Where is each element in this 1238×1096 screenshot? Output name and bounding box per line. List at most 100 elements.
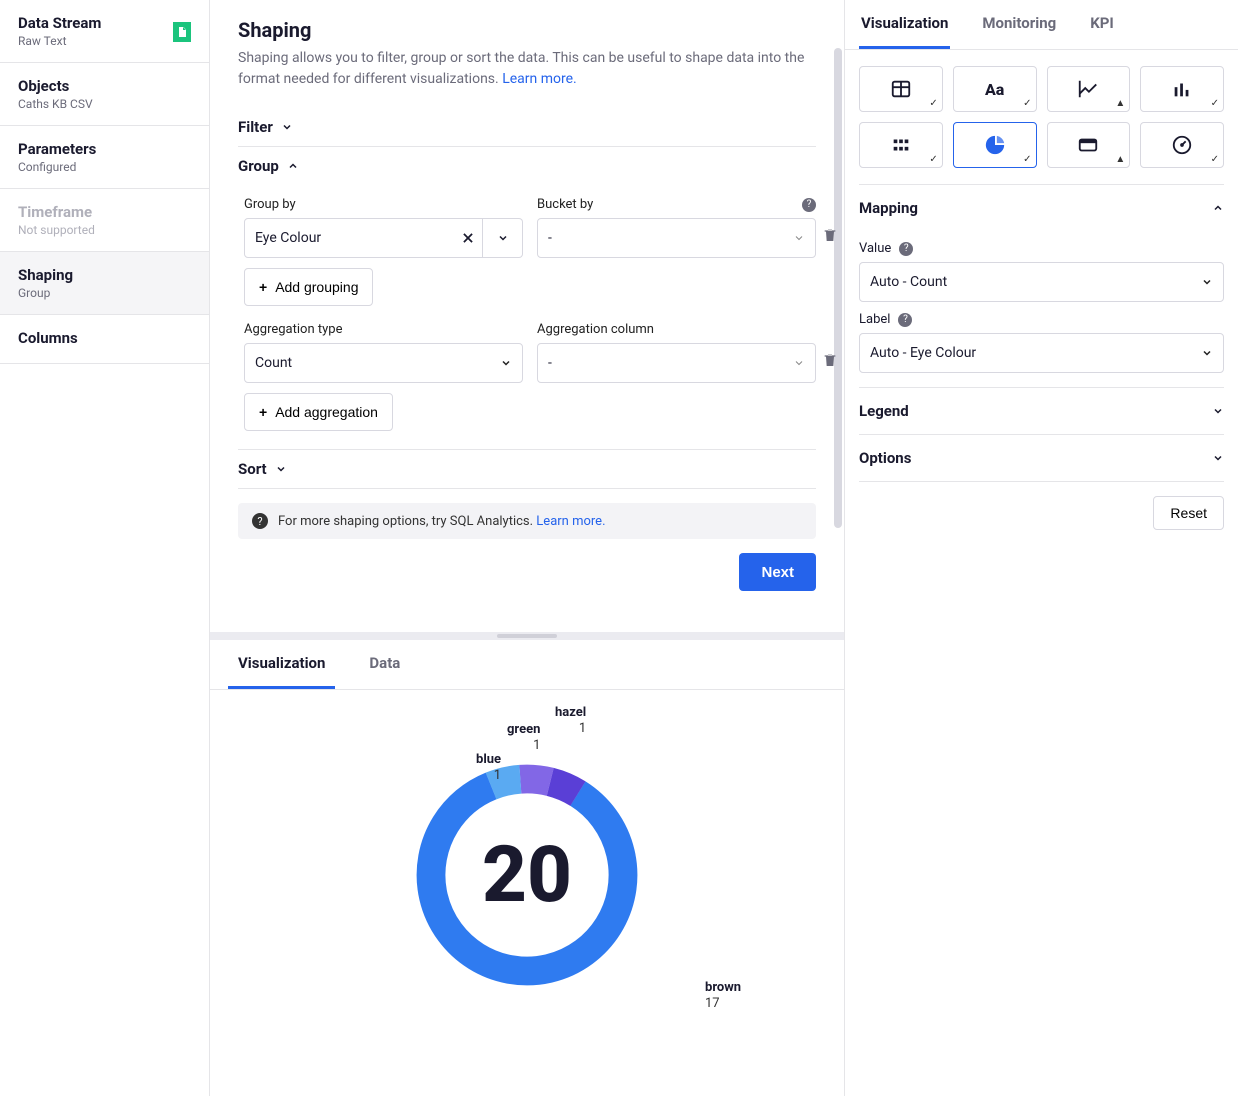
sidebar-item-sub: Caths KB CSV (18, 97, 191, 111)
reset-button[interactable]: Reset (1153, 496, 1224, 530)
viz-tile-blocks[interactable]: ✓ (859, 122, 943, 168)
viz-tile-donut[interactable]: ✓ (953, 122, 1037, 168)
options-header[interactable]: Options (859, 435, 1224, 482)
viz-type-grid: ✓ Aa✓ ▲ ✓ ✓ ✓ ▲ ✓ (859, 50, 1224, 185)
preview-tabs: Visualization Data (210, 640, 844, 690)
sidebar-item-objects[interactable]: Objects Caths KB CSV (0, 63, 209, 126)
text-icon: Aa (985, 80, 1004, 99)
legend-header[interactable]: Legend (859, 388, 1224, 435)
chevron-down-icon (500, 357, 512, 369)
sort-section-header[interactable]: Sort (238, 450, 816, 489)
mapping-body: Value? Auto - Count Label? Auto - Eye Co… (859, 241, 1224, 388)
trash-icon[interactable] (822, 352, 838, 368)
tab-visualization[interactable]: Visualization (228, 640, 335, 689)
chevron-down-icon (793, 357, 805, 369)
card-icon (1077, 134, 1099, 156)
viz-tile-gauge[interactable]: ✓ (1140, 122, 1224, 168)
sql-learn-more-link[interactable]: Learn more. (536, 514, 605, 529)
bar-chart-icon (1171, 78, 1193, 100)
chevron-up-icon (1212, 202, 1224, 214)
gauge-icon (1171, 134, 1193, 156)
learn-more-link[interactable]: Learn more. (502, 71, 577, 87)
tab-data[interactable]: Data (359, 640, 410, 689)
help-icon[interactable]: ? (898, 313, 912, 327)
pie-chart-icon (984, 134, 1006, 156)
add-grouping-button[interactable]: +Add grouping (244, 268, 373, 306)
sidebar-item-data-stream[interactable]: Data Stream Raw Text (0, 0, 209, 63)
sidebar-item-timeframe: Timeframe Not supported (0, 189, 209, 252)
sidebar-item-sub: Configured (18, 160, 191, 174)
value-field-label: Value? (859, 241, 1224, 256)
slice-label-brown: brown17 (705, 980, 741, 1011)
tab-visualization-right[interactable]: Visualization (859, 0, 950, 49)
chevron-down-icon (1212, 405, 1224, 417)
tab-monitoring[interactable]: Monitoring (980, 0, 1058, 49)
next-button[interactable]: Next (739, 553, 816, 591)
preview-panel: Visualization Data 20 brown17 hazel1 gr (210, 632, 844, 1096)
help-icon[interactable]: ? (802, 198, 816, 212)
filter-label: Filter (238, 118, 273, 136)
sidebar-item-title: Parameters (18, 140, 191, 158)
chevron-down-icon (281, 121, 293, 133)
left-sidebar: Data Stream Raw Text Objects Caths KB CS… (0, 0, 210, 1096)
chevron-down-icon (497, 232, 509, 244)
resize-handle[interactable] (497, 634, 557, 638)
filter-section-header[interactable]: Filter (238, 108, 816, 147)
chevron-down-icon (275, 463, 287, 475)
sidebar-item-title: Data Stream (18, 14, 191, 32)
sidebar-item-parameters[interactable]: Parameters Configured (0, 126, 209, 189)
viz-tile-bar[interactable]: ✓ (1140, 66, 1224, 112)
sidebar-item-title: Columns (18, 329, 191, 347)
chevron-down-icon (1201, 276, 1213, 288)
table-icon (890, 78, 912, 100)
sidebar-item-columns[interactable]: Columns (0, 315, 209, 364)
sidebar-item-sub: Raw Text (18, 34, 191, 48)
group-by-select[interactable]: Eye Colour (244, 218, 483, 258)
page-description: Shaping allows you to filter, group or s… (238, 48, 816, 90)
chevron-up-icon (287, 160, 299, 172)
info-callout: ? For more shaping options, try SQL Anal… (238, 503, 816, 539)
chart: 20 brown17 hazel1 green1 blue1 (210, 690, 844, 1060)
viz-tile-scalar[interactable]: ▲ (1047, 122, 1131, 168)
value-select[interactable]: Auto - Count (859, 262, 1224, 302)
group-by-value: Eye Colour (255, 230, 472, 246)
mapping-header[interactable]: Mapping (859, 185, 1224, 231)
aggregation-column-select[interactable]: - (537, 343, 816, 383)
sidebar-item-title: Objects (18, 77, 191, 95)
slice-label-green: green1 (507, 722, 540, 753)
aggregation-type-select[interactable]: Count (244, 343, 523, 383)
chevron-down-icon (1201, 347, 1213, 359)
group-section-header[interactable]: Group (238, 147, 816, 185)
right-tabs: Visualization Monitoring KPI (845, 0, 1238, 50)
group-label: Group (238, 157, 279, 175)
plus-icon: + (259, 404, 267, 420)
sidebar-item-shaping[interactable]: Shaping Group (0, 252, 209, 315)
label-select-value: Auto - Eye Colour (870, 345, 1201, 361)
clear-icon[interactable] (461, 231, 475, 245)
trash-icon[interactable] (822, 227, 838, 243)
aggregation-column-value: - (548, 355, 793, 371)
help-icon: ? (252, 513, 268, 529)
main-panel: Shaping Shaping allows you to filter, gr… (210, 0, 844, 632)
help-icon[interactable]: ? (899, 242, 913, 256)
sort-label: Sort (238, 460, 267, 478)
slice-label-blue: blue1 (476, 752, 501, 783)
viz-tile-table[interactable]: ✓ (859, 66, 943, 112)
tab-kpi[interactable]: KPI (1088, 0, 1116, 49)
aggregation-type-label: Aggregation type (244, 322, 523, 337)
bucket-by-select[interactable]: - (537, 218, 816, 258)
scrollbar[interactable] (834, 48, 842, 528)
slice-label-hazel: hazel1 (555, 705, 586, 736)
label-select[interactable]: Auto - Eye Colour (859, 333, 1224, 373)
add-aggregation-button[interactable]: +Add aggregation (244, 393, 393, 431)
aggregation-type-value: Count (255, 355, 500, 371)
bucket-by-label: Bucket by ? (537, 197, 816, 212)
blocks-icon (890, 134, 912, 156)
viz-tile-line[interactable]: ▲ (1047, 66, 1131, 112)
viz-tile-text[interactable]: Aa✓ (953, 66, 1037, 112)
chevron-down-icon (1212, 452, 1224, 464)
sidebar-item-title: Timeframe (18, 203, 191, 221)
group-section-body: Group by Eye Colour (238, 185, 816, 450)
chevron-down-icon (793, 232, 805, 244)
group-by-dropdown-button[interactable] (483, 218, 523, 258)
